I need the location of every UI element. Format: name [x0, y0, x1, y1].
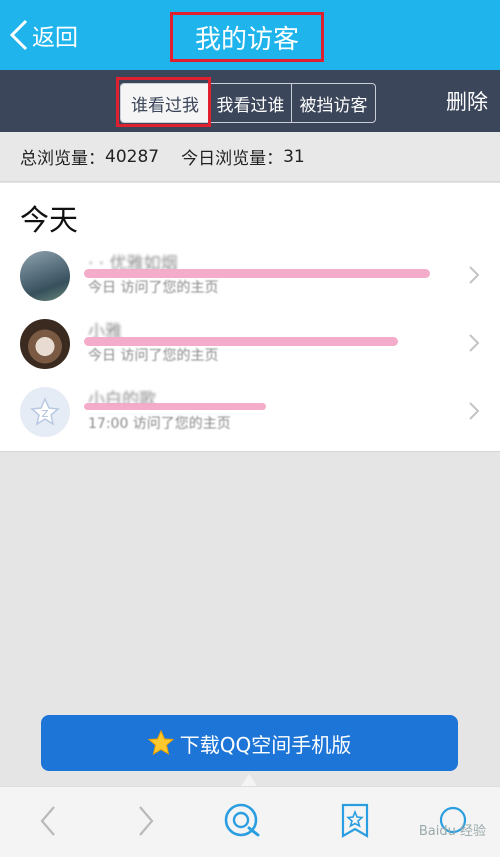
redaction-scribble: [84, 269, 430, 278]
back-arrow-icon[interactable]: [38, 803, 58, 839]
forward-arrow-icon[interactable]: [136, 803, 156, 839]
chevron-right-icon: [469, 334, 480, 352]
view-stats: 总浏览量： 40287 今日浏览量： 31: [0, 132, 500, 182]
today-views-value: 31: [283, 146, 305, 167]
visitor-subtitle: 17:00 访问了您的主页: [88, 416, 231, 432]
default-star-avatar: Z: [20, 387, 70, 437]
tab-who-viewed-me[interactable]: 谁看过我: [121, 84, 209, 122]
portrait-avatar: [20, 319, 70, 369]
visitor-subtitle: 今日 访问了您的主页: [88, 280, 219, 296]
redaction-scribble: [84, 403, 266, 410]
top-bar: 返回 我的访客: [0, 0, 500, 70]
back-button[interactable]: 返回: [8, 14, 78, 56]
chevron-right-icon: [469, 402, 480, 420]
bottom-nav-bar: Baidu 经验: [0, 786, 500, 857]
back-label: 返回: [32, 25, 78, 51]
visitor-subtitle: 今日 访问了您的主页: [88, 348, 219, 364]
chevron-left-icon: [9, 19, 28, 51]
section-title-today: 今天: [20, 203, 79, 237]
qzone-icon[interactable]: [222, 801, 262, 841]
total-views-value: 40287: [105, 146, 160, 167]
watermark: Baidu 经验: [418, 824, 486, 839]
today-views-label: 今日浏览量：: [181, 149, 284, 169]
tab-blocked-visitors[interactable]: 被挡访客: [291, 84, 375, 122]
delete-button[interactable]: 删除: [446, 86, 488, 116]
svg-text:Z: Z: [42, 409, 49, 420]
download-label: 下载QQ空间手机版: [179, 732, 352, 757]
star-icon: Z: [30, 397, 60, 426]
bookmark-star-icon[interactable]: [340, 803, 370, 839]
tooltip-caret: [241, 774, 257, 786]
total-views-label: 总浏览量：: [20, 149, 105, 169]
visitor-tabs: 谁看过我 我看过谁 被挡访客: [120, 83, 376, 123]
list-item[interactable]: 小雅 今日 访问了您的主页: [0, 311, 500, 379]
landscape-avatar: [20, 251, 70, 301]
visitor-list: 今天 · · 优雅如烟 今日 访问了您的主页 小雅 今日 访问了您的主页 Z 小…: [0, 183, 500, 452]
chevron-right-icon: [469, 266, 480, 284]
redaction-scribble: [84, 337, 398, 346]
tab-who-i-viewed[interactable]: 我看过谁: [209, 84, 291, 122]
star-icon: [147, 730, 174, 756]
list-item[interactable]: · · 优雅如烟 今日 访问了您的主页: [0, 243, 500, 311]
download-app-button[interactable]: 下载QQ空间手机版: [41, 715, 458, 771]
list-item[interactable]: Z 小白的歌 17:00 访问了您的主页: [0, 379, 500, 447]
page-title: 我的访客: [170, 12, 324, 62]
